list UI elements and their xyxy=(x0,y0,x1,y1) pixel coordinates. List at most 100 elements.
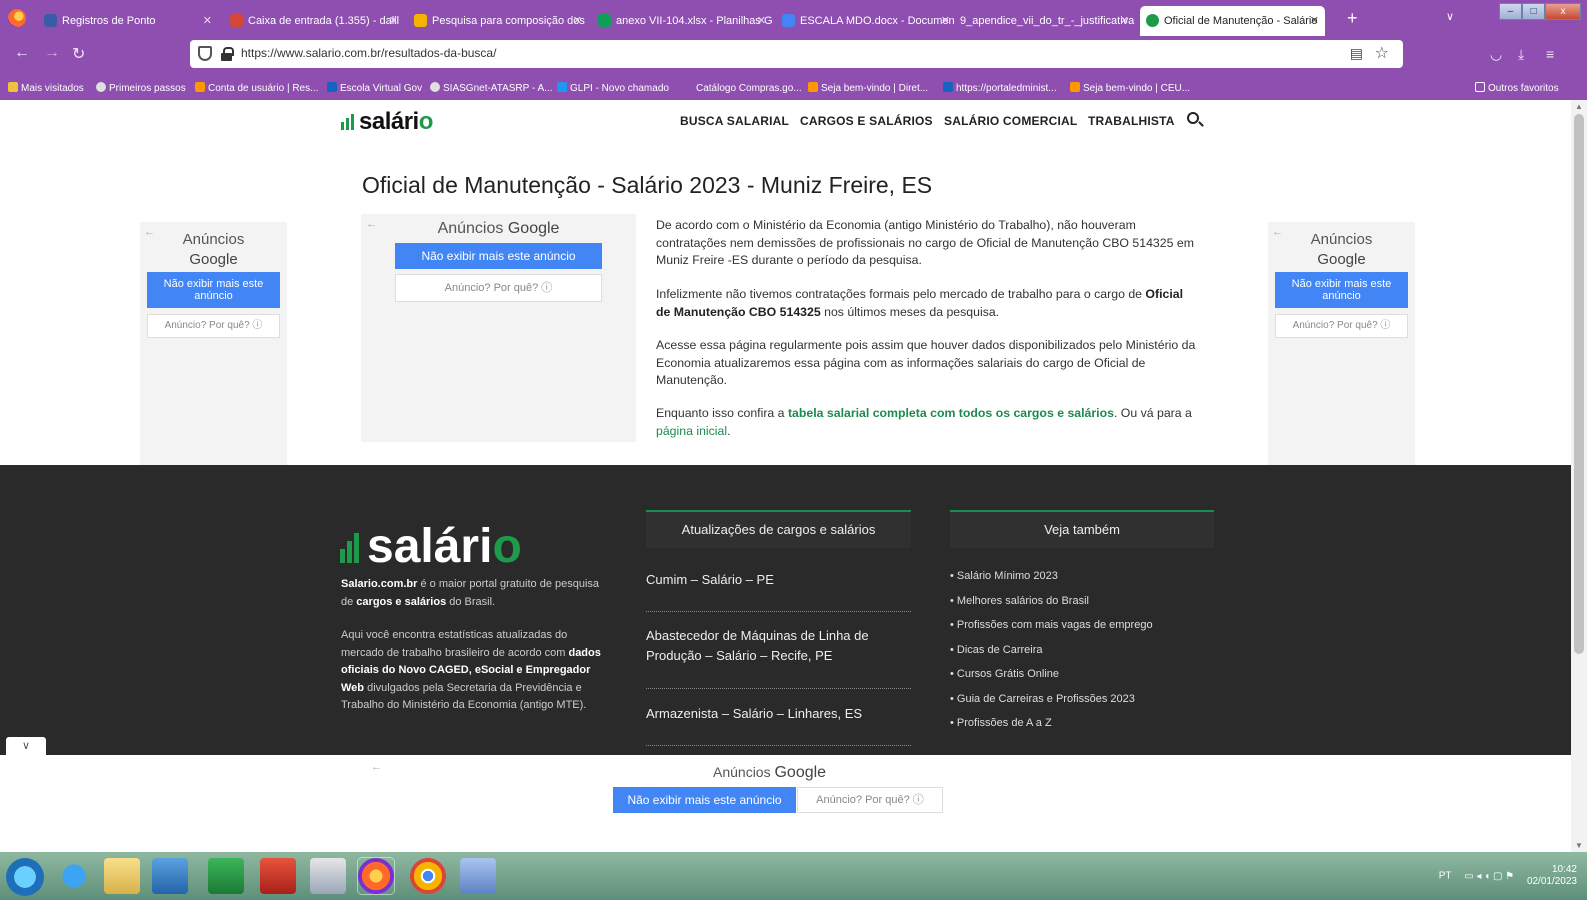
close-icon[interactable]: ✕ xyxy=(203,6,212,36)
ad-why-button[interactable]: Anúncio? Por quê? ⓘ xyxy=(147,314,280,338)
reload-icon[interactable]: ↻ xyxy=(72,44,85,64)
back-icon[interactable]: ← xyxy=(14,44,30,62)
app-icon[interactable] xyxy=(460,858,496,894)
bookmark-glpi[interactable]: GLPI - Novo chamado xyxy=(557,82,669,94)
tab-bar: Registros de Ponto ✕ Caixa de entrada (1… xyxy=(0,0,1587,36)
bottom-ad-collapse-button[interactable]: ∨ xyxy=(6,737,46,755)
excel-icon[interactable] xyxy=(208,858,244,894)
close-window-button[interactable]: x xyxy=(1545,3,1581,20)
bookmark-primeiros-passos[interactable]: Primeiros passos xyxy=(96,82,186,94)
tab-anexo[interactable]: anexo VII-104.xlsx - Planilhas Go ✕ xyxy=(592,6,772,36)
chrome-taskbar-icon[interactable] xyxy=(410,858,446,894)
footer-see-also-link-7[interactable]: • Profissões de A a Z xyxy=(950,717,1052,729)
page-scrollbar[interactable]: ▲ ▼ xyxy=(1571,100,1587,852)
bookmark-escola-virtual[interactable]: Escola Virtual Gov xyxy=(327,82,422,94)
logo-bars-icon xyxy=(341,109,356,137)
reader-view-icon[interactable]: ▤ xyxy=(1350,45,1363,62)
url-text[interactable]: https://www.salario.com.br/resultados-da… xyxy=(241,46,496,60)
footer-update-link-2[interactable]: Abastecedor de Máquinas de Linha de Prod… xyxy=(646,626,911,666)
footer-update-link-1[interactable]: Cumim – Salário – PE xyxy=(646,570,911,590)
menu-busca-salarial[interactable]: BUSCA SALARIAL xyxy=(680,114,789,128)
ad-stop-button[interactable]: Não exibir mais este anúncio xyxy=(613,787,796,813)
ad-why-button[interactable]: Anúncio? Por quê? ⓘ xyxy=(1275,314,1408,338)
footer-logo[interactable]: salário xyxy=(340,519,522,575)
ad-stop-button[interactable]: Não exibir mais este anúncio xyxy=(1275,272,1408,308)
address-bar[interactable]: https://www.salario.com.br/resultados-da… xyxy=(190,40,1403,68)
menu-cargos-salarios[interactable]: CARGOS E SALÁRIOS xyxy=(800,114,933,128)
link-pagina-inicial[interactable]: página inicial xyxy=(656,424,727,438)
ad-stop-button[interactable]: Não exibir mais este anúncio xyxy=(395,243,602,269)
acrobat-icon[interactable] xyxy=(260,858,296,894)
ad-inner: ← Anúncios Google Não exibir mais este a… xyxy=(361,214,636,442)
tab-registros[interactable]: Registros de Ponto ✕ xyxy=(38,6,218,36)
footer-update-link-3[interactable]: Armazenista – Salário – Linhares, ES xyxy=(646,704,911,724)
footer-see-also-link-5[interactable]: • Cursos Grátis Online xyxy=(950,668,1059,680)
lock-icon[interactable] xyxy=(221,47,234,61)
ad-back-icon[interactable]: ← xyxy=(371,761,382,773)
app-icon[interactable] xyxy=(310,858,346,894)
list-tabs-icon[interactable]: ∨ xyxy=(1446,10,1454,23)
tab-apendice[interactable]: 9_apendice_vii_do_tr_-_justificativa ✕ xyxy=(950,6,1135,36)
menu-icon[interactable]: ≡ xyxy=(1546,46,1554,62)
ad-why-button[interactable]: Anúncio? Por quê? ⓘ xyxy=(395,274,602,302)
tab-escala[interactable]: ESCALA MDO.docx - Documen ✕ xyxy=(776,6,956,36)
bookmark-conta-usuario[interactable]: Conta de usuário | Res... xyxy=(195,82,318,94)
close-icon[interactable]: ✕ xyxy=(389,6,398,36)
search-icon[interactable] xyxy=(1187,112,1199,124)
gear-icon xyxy=(8,82,18,92)
tab-gmail[interactable]: Caixa de entrada (1.355) - dalil ✕ xyxy=(224,6,404,36)
language-indicator[interactable]: PT xyxy=(1439,871,1452,882)
link-tabela-salarial[interactable]: tabela salarial completa com todos os ca… xyxy=(788,406,1114,420)
forward-icon[interactable]: → xyxy=(44,44,60,62)
bookmark-catalogo[interactable]: Catálogo Compras.go... xyxy=(683,82,802,94)
footer-see-also-link-1[interactable]: • Salário Mínimo 2023 xyxy=(950,570,1058,582)
tray-icons[interactable]: ▭ ◂ ◖ ▢ ⚑ xyxy=(1464,871,1514,882)
clock[interactable]: 10:42 02/01/2023 xyxy=(1527,864,1577,888)
scroll-up-icon[interactable]: ▲ xyxy=(1575,102,1583,111)
docs-icon xyxy=(782,14,795,27)
bookmark-portaledminist[interactable]: https://portaledminist... xyxy=(943,82,1057,94)
ad-back-icon[interactable]: ← xyxy=(1272,226,1283,238)
ad-back-icon[interactable]: ← xyxy=(144,226,155,238)
close-icon[interactable]: ✕ xyxy=(757,6,766,36)
file-explorer-icon[interactable] xyxy=(104,858,140,894)
minimize-button[interactable]: – xyxy=(1499,3,1523,20)
maximize-button[interactable]: □ xyxy=(1522,3,1546,20)
site-logo[interactable]: salário xyxy=(341,108,433,137)
download-icon[interactable]: ⤓ xyxy=(1518,46,1524,63)
tab-pesquisa[interactable]: Pesquisa para composição dos ✕ xyxy=(408,6,588,36)
ad-stop-button[interactable]: Não exibir mais este anúncio xyxy=(147,272,280,308)
menu-salario-comercial[interactable]: SALÁRIO COMERCIAL xyxy=(944,114,1077,128)
close-icon[interactable]: ✕ xyxy=(573,6,582,36)
logo-bars-icon xyxy=(340,520,361,575)
new-tab-button[interactable]: + xyxy=(1347,8,1358,29)
tab-oficial-active[interactable]: Oficial de Manutenção - Salário ✕ xyxy=(1140,6,1325,36)
footer-see-also-link-4[interactable]: • Dicas de Carreira xyxy=(950,644,1043,656)
bookmark-siasgnet[interactable]: SIASGnet-ATASRP - A... xyxy=(430,82,552,94)
ad-why-button[interactable]: Anúncio? Por quê? ⓘ xyxy=(797,787,943,813)
footer-see-also-link-6[interactable]: • Guia de Carreiras e Profissões 2023 xyxy=(950,693,1135,705)
footer-see-also-link-3[interactable]: • Profissões com mais vagas de emprego xyxy=(950,619,1153,631)
close-icon[interactable]: ✕ xyxy=(941,6,950,36)
ad-back-icon[interactable]: ← xyxy=(366,218,377,230)
menu-trabalhista[interactable]: TRABALHISTA xyxy=(1088,114,1175,128)
internet-explorer-icon[interactable] xyxy=(56,858,92,894)
tracking-shield-icon[interactable] xyxy=(198,46,212,61)
start-button[interactable] xyxy=(6,858,44,896)
firefox-taskbar-icon[interactable] xyxy=(357,857,395,895)
logo-o-icon: o xyxy=(418,108,434,135)
bookmark-star-icon[interactable]: ☆ xyxy=(1375,43,1389,63)
bookmark-seja-bem-vindo-diret[interactable]: Seja bem-vindo | Diret... xyxy=(808,82,928,94)
media-player-icon[interactable] xyxy=(152,858,188,894)
scroll-thumb[interactable] xyxy=(1574,114,1584,654)
other-bookmarks[interactable]: Outros favoritos xyxy=(1475,82,1559,94)
bookmark-seja-bem-vindo-ceu[interactable]: Seja bem-vindo | CEU... xyxy=(1070,82,1190,94)
close-icon[interactable]: ✕ xyxy=(1120,6,1129,36)
scroll-down-icon[interactable]: ▼ xyxy=(1575,841,1583,850)
firefox-menu-icon[interactable] xyxy=(8,9,26,27)
pocket-icon[interactable]: ◡ xyxy=(1490,46,1502,63)
bookmark-mais-visitados[interactable]: Mais visitados xyxy=(8,82,84,94)
close-icon[interactable]: ✕ xyxy=(1310,6,1319,36)
sheets-icon xyxy=(598,14,611,27)
footer-see-also-link-2[interactable]: • Melhores salários do Brasil xyxy=(950,595,1089,607)
